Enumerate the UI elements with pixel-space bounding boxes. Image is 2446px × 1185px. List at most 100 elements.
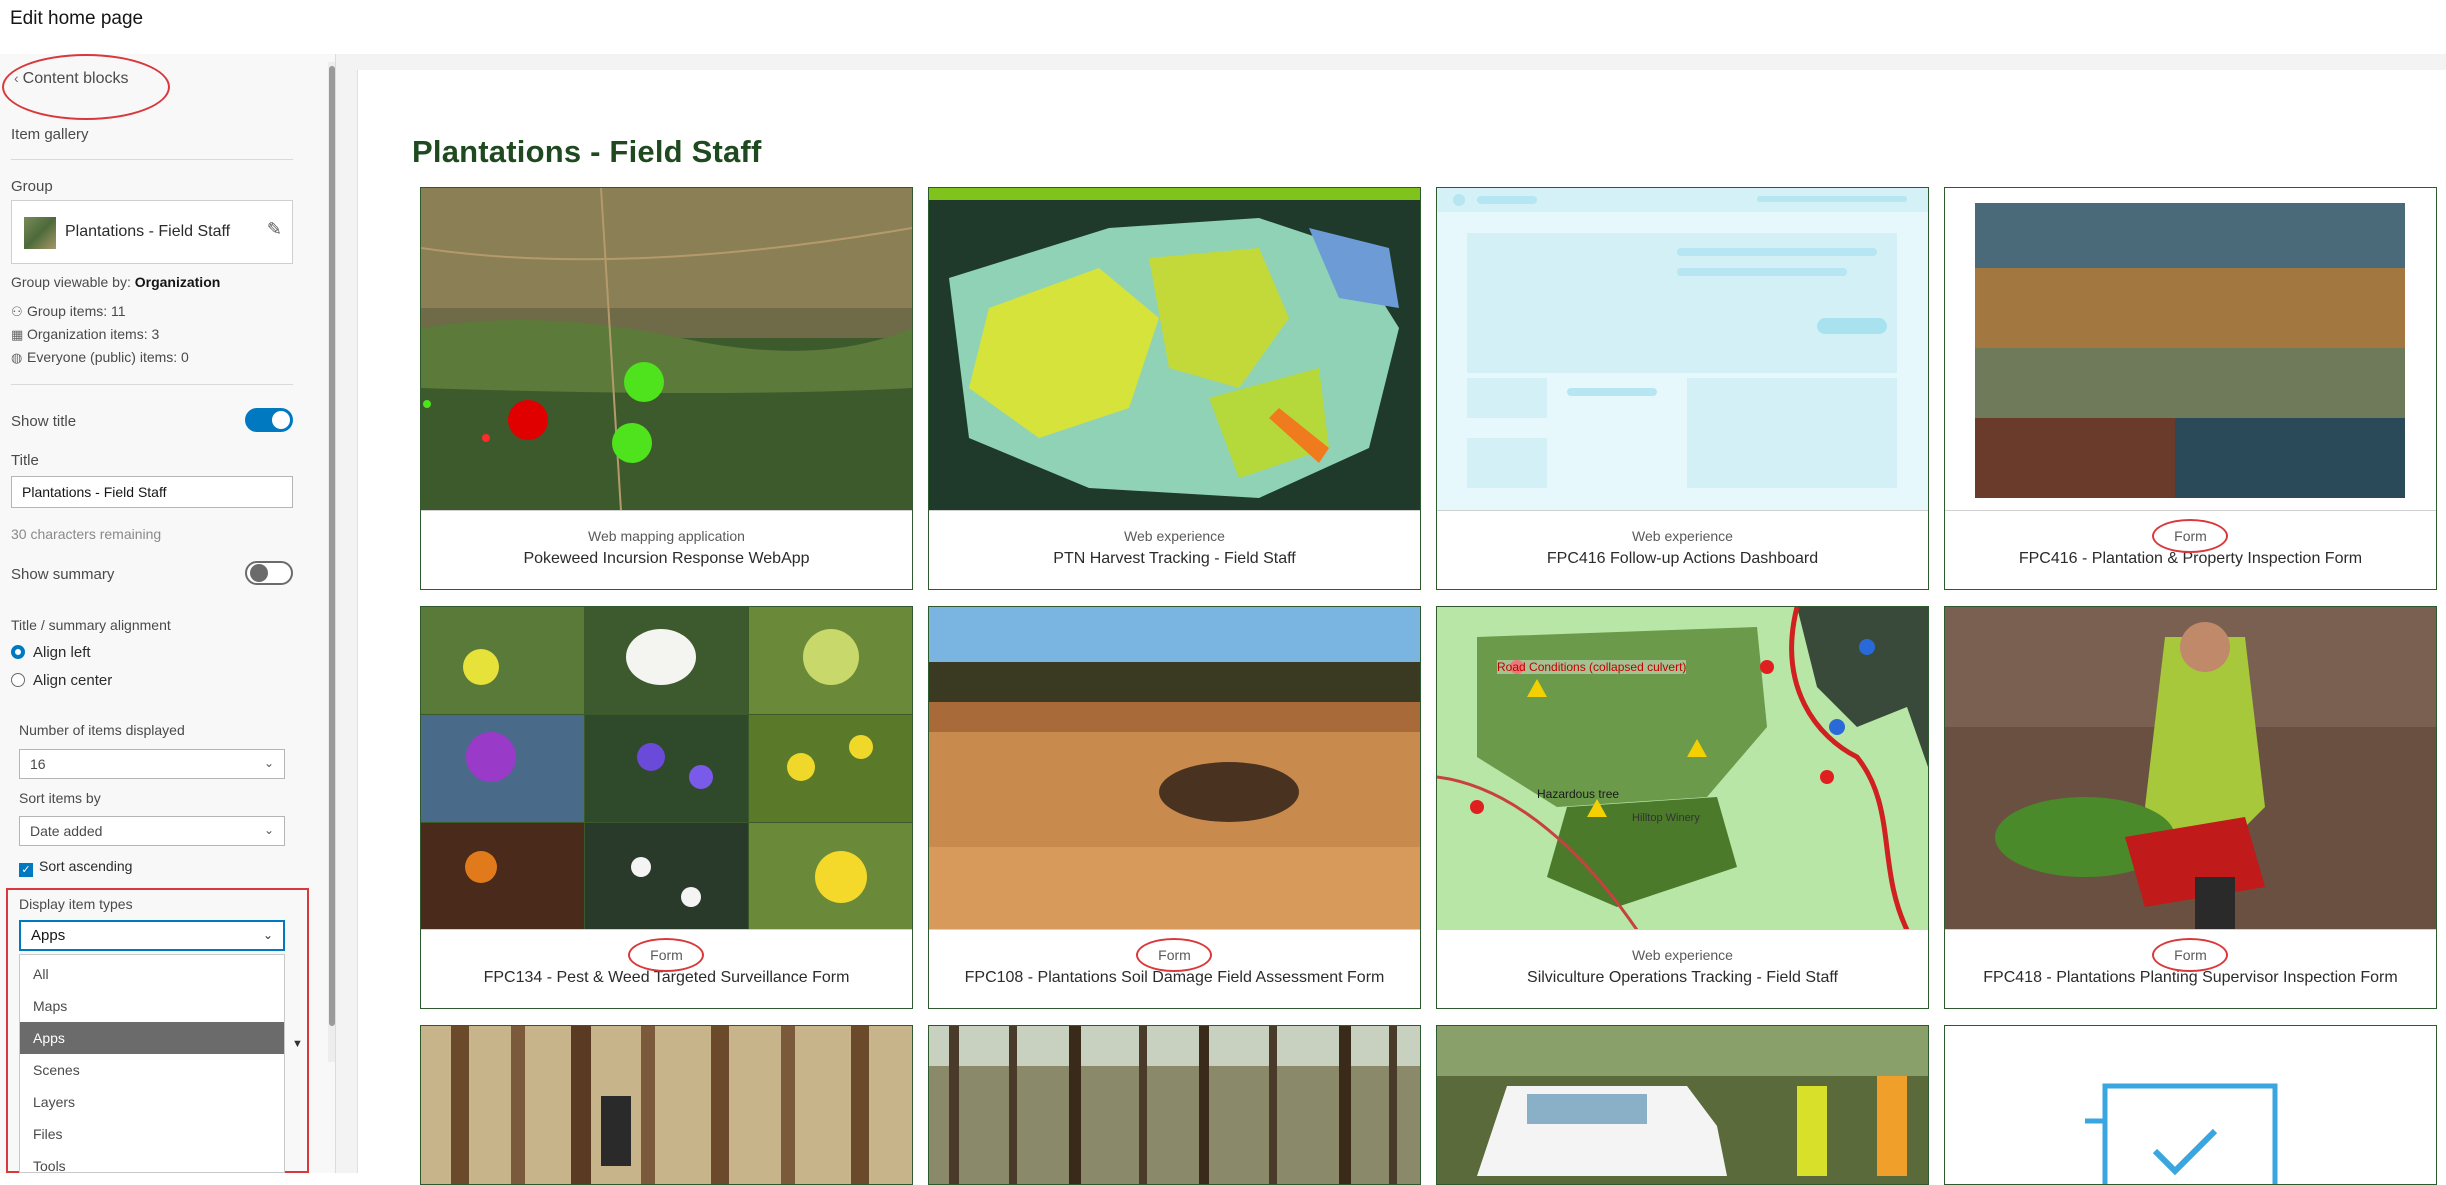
vehicle-image [1437,1026,1928,1184]
align-center-radio[interactable]: Align center [11,672,112,689]
map-label: Road Conditions (collapsed culvert) [1497,660,1687,674]
gallery-card[interactable]: Web experience FPC416 Follow-up Actions … [1436,187,1929,590]
card-thumbnail-cleared-field [929,607,1420,930]
map-label: Hazardous tree [1537,787,1620,801]
users-icon: ⚇ [11,304,23,319]
top-bar: Edit home page [0,0,2446,54]
annotation-circle [1136,938,1212,972]
pencil-icon[interactable]: ✎ [267,219,282,240]
show-title-toggle[interactable] [245,408,293,432]
strip-photos-image [1945,188,2436,510]
select-value: Apps [31,927,66,944]
annotation-circle [628,938,704,972]
display-types-options: All Maps Apps Scenes Layers Files Tools [19,954,285,1174]
option-apps[interactable]: Apps [20,1022,284,1054]
card-type: Web experience [1124,528,1225,544]
satellite-map-image [421,188,912,510]
characters-remaining: 30 characters remaining [11,526,162,542]
annotation-circle [2152,519,2228,553]
group-items-stat: ⚇ Group items: 11 [11,303,126,320]
card-title: Silviculture Operations Tracking - Field… [1527,969,1838,986]
gallery-card[interactable] [1944,1025,2437,1185]
card-thumbnail-satellite-map [421,188,912,511]
group-viewable-by: Group viewable by: Organization [11,274,220,290]
card-thumbnail-planter-photo [1945,607,2436,930]
chevron-down-icon: ⌄ [262,928,273,942]
viewable-prefix: Group viewable by: [11,274,131,290]
operations-map-image [1437,607,1928,929]
app-placeholder-image [1437,188,1928,510]
group-name: Plantations - Field Staff [65,223,231,240]
option-files[interactable]: Files [20,1118,284,1150]
card-thumbnail-harvest-map [929,188,1420,511]
show-summary-label: Show summary [11,566,115,583]
checkmark-icon: ✓ [19,863,33,877]
items-displayed-label: Number of items displayed [19,722,185,738]
card-thumbnail-strip-photos [1945,188,2436,511]
sort-select[interactable]: Date added ⌄ [19,816,285,846]
items-displayed-select[interactable]: 16 ⌄ [19,749,285,779]
gallery-card[interactable] [1436,1025,1929,1185]
card-type: Web experience [1632,528,1733,544]
option-scenes[interactable]: Scenes [20,1054,284,1086]
caret-down-icon[interactable]: ▼ [292,1038,303,1050]
public-items-stat: ◍ Everyone (public) items: 0 [11,349,189,366]
option-maps[interactable]: Maps [20,990,284,1022]
globe-icon: ◍ [11,350,23,365]
gallery-card[interactable] [420,1025,913,1185]
stat-label: Organization items: 3 [27,326,160,342]
chevron-down-icon: ⌄ [263,823,274,837]
align-left-radio[interactable]: Align left [11,644,91,661]
sort-label: Sort items by [19,790,101,806]
gallery-card[interactable]: Web experience PTN Harvest Tracking - Fi… [928,187,1421,590]
display-types-select[interactable]: Apps ⌄ [19,920,285,951]
card-thumbnail-operations-map: Road Conditions (collapsed culvert) Haza… [1437,607,1928,930]
alignment-label: Title / summary alignment [11,617,171,633]
select-value: Date added [30,823,103,839]
option-tools[interactable]: Tools [20,1150,284,1182]
viewable-value: Organization [134,274,221,290]
title-field-label: Title [11,452,39,469]
radio-label: Align left [33,644,91,661]
org-items-stat: ▦ Organization items: 3 [11,326,159,343]
cleared-field-image [929,607,1420,929]
building-icon: ▦ [11,327,24,342]
toggle-knob [250,564,268,582]
map-label: Hilltop Winery [1632,812,1700,824]
card-type: Web mapping application [588,528,745,544]
forest-image [929,1026,1420,1184]
gallery-card[interactable]: Road Conditions (collapsed culvert) Haza… [1436,606,1929,1009]
option-all[interactable]: All [20,958,284,990]
card-thumbnail-pine-trunks [421,1026,912,1184]
select-value: 16 [30,756,46,772]
show-summary-toggle[interactable] [245,561,293,585]
group-selector[interactable]: Plantations - Field Staff ✎ [11,200,293,264]
gallery-title: Plantations - Field Staff [412,134,762,169]
annotation-circle [2,54,170,120]
planter-photo-image [1945,607,2436,929]
page-title: Edit home page [10,8,144,29]
radio-selected [11,645,25,659]
pine-trunks-image [421,1026,912,1184]
title-input[interactable]: Plantations - Field Staff [11,476,293,508]
card-type: Web experience [1632,947,1733,963]
harvest-map-image [929,188,1420,510]
gallery-card[interactable] [928,1025,1421,1185]
stat-label: Group items: 11 [27,303,126,319]
toggle-knob [272,411,290,429]
card-thumbnail-placeholder-app [1437,188,1928,511]
flower-grid-image [421,607,912,929]
option-layers[interactable]: Layers [20,1086,284,1118]
card-thumbnail-vehicle [1437,1026,1928,1184]
stat-label: Everyone (public) items: 0 [27,349,189,365]
sort-ascending-checkbox[interactable]: ✓ Sort ascending [19,858,132,877]
section-title: Item gallery [11,126,89,143]
card-title: Pokeweed Incursion Response WebApp [523,550,810,567]
gallery-card[interactable]: Web mapping application Pokeweed Incursi… [420,187,913,590]
chevron-down-icon: ⌄ [263,756,274,770]
form-icon [2085,1083,2278,1184]
radio-label: Align center [33,672,113,689]
panel-scroll-thumb[interactable] [329,66,335,1026]
card-title: FPC416 Follow-up Actions Dashboard [1546,550,1819,567]
divider [11,384,293,385]
